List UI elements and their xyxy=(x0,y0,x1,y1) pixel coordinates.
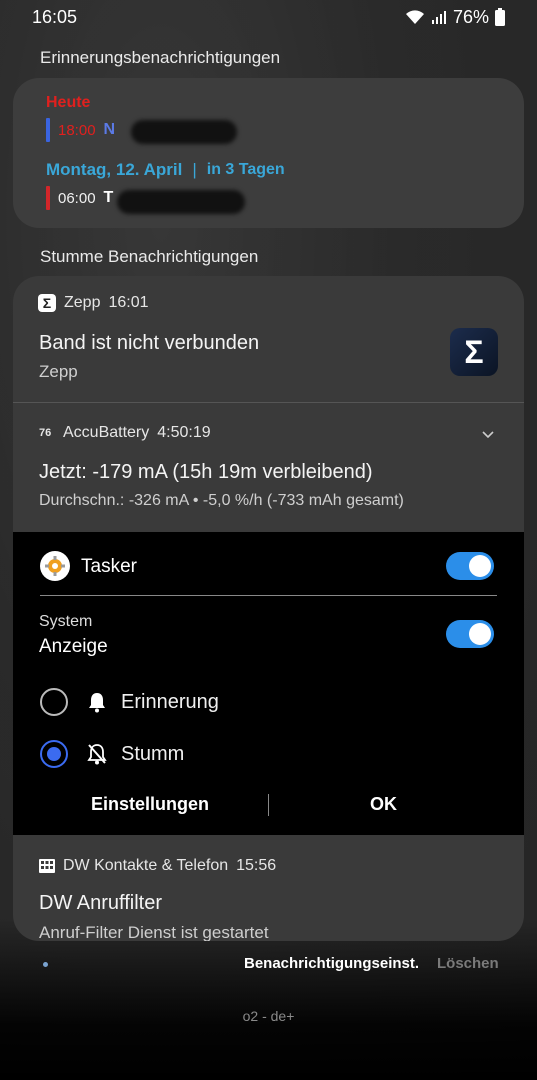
reminder-item-monday[interactable]: 06:00 T xyxy=(46,186,113,210)
option-alert-label[interactable]: Erinnerung xyxy=(121,691,219,714)
channel-group-label: System xyxy=(39,613,93,630)
app-name: DW Kontakte & Telefon xyxy=(63,857,229,874)
notification-accubattery[interactable]: 76 AccuBattery 4:50:19 Jetzt: -179 mA (1… xyxy=(13,404,524,532)
status-icons: 76% xyxy=(405,7,505,28)
channel-name: Anzeige xyxy=(39,636,108,657)
tasker-icon xyxy=(40,551,70,581)
notification-title: Band ist nicht verbunden xyxy=(39,332,260,354)
notification-time: 15:56 xyxy=(236,857,277,874)
notification-time: 4:50:19 xyxy=(157,424,211,441)
page-indicator-dot xyxy=(43,962,48,967)
radio-silent[interactable] xyxy=(40,740,68,768)
notification-title: DW Anruffilter xyxy=(39,892,162,914)
notification-title: Jetzt: -179 mA (15h 19m verbleibend) xyxy=(39,461,373,483)
silent-notifications-stack: Σ Zepp 16:01 Band ist nicht verbunden Ze… xyxy=(13,276,524,941)
signal-icon xyxy=(431,11,446,24)
reminders-section-title: Erinnerungsbenachrichtigungen xyxy=(40,48,281,67)
notification-tasker-settings: Tasker System Anzeige Erinnerung Stumm E… xyxy=(13,532,524,835)
zepp-app-icon: Σ xyxy=(450,328,498,376)
divider xyxy=(40,595,497,596)
button-separator xyxy=(268,794,269,816)
notification-zepp[interactable]: Σ Zepp 16:01 Band ist nicht verbunden Ze… xyxy=(13,276,524,403)
clear-all-button[interactable]: Löschen xyxy=(437,955,499,972)
reminders-widget[interactable]: Heute 18:00 N Montag, 12. April | in 3 T… xyxy=(13,78,524,228)
reminder-title: T xyxy=(103,189,114,206)
battery-percent: 76% xyxy=(452,6,489,27)
silent-section-title: Stumme Benachrichtigungen xyxy=(40,247,259,266)
reminder-item-today[interactable]: 18:00 N xyxy=(46,118,115,142)
bell-icon xyxy=(89,693,105,713)
carrier-label: o2 - de+ xyxy=(242,1008,295,1024)
redacted-text xyxy=(131,120,237,144)
today-label: Heute xyxy=(46,94,91,111)
notification-dw-contacts[interactable]: DW Kontakte & Telefon 15:56 DW Anruffilt… xyxy=(13,835,524,941)
notification-text: Durchschn.: -326 mA • -5,0 %/h (-733 mAh… xyxy=(39,492,404,509)
app-name: AccuBattery xyxy=(63,424,150,441)
notification-time: 16:01 xyxy=(108,294,149,311)
relative-days: in 3 Tagen xyxy=(206,161,285,178)
chevron-down-icon[interactable] xyxy=(481,428,495,442)
channel-toggle[interactable] xyxy=(446,620,494,648)
app-name: Zepp xyxy=(64,294,101,311)
notification-header: Σ Zepp 16:01 xyxy=(38,294,149,312)
clock: 16:05 xyxy=(32,6,78,27)
zepp-small-icon: Σ xyxy=(38,294,56,312)
notification-header: DW Kontakte & Telefon 15:56 xyxy=(39,857,276,875)
date-separator: | xyxy=(192,160,197,179)
bell-off-icon xyxy=(87,744,107,765)
reminder-time: 18:00 xyxy=(58,121,96,139)
redacted-text xyxy=(117,190,245,214)
ok-button[interactable]: OK xyxy=(370,794,397,815)
reminder-time: 06:00 xyxy=(58,189,96,207)
app-name: Tasker xyxy=(81,556,137,577)
app-notifications-toggle[interactable] xyxy=(446,552,494,580)
accubattery-icon: 76 xyxy=(39,427,52,439)
battery-icon xyxy=(495,8,505,26)
radio-alert[interactable] xyxy=(40,688,68,716)
dw-contacts-icon xyxy=(39,859,55,873)
reminder-color-bar xyxy=(46,118,50,142)
notification-text: Anruf-Filter Dienst ist gestartet xyxy=(39,923,269,941)
date-label: Montag, 12. April xyxy=(46,160,183,179)
notification-header: 76 AccuBattery 4:50:19 xyxy=(39,424,211,442)
reminder-color-bar xyxy=(46,186,50,210)
settings-button[interactable]: Einstellungen xyxy=(91,794,209,815)
date-header: Montag, 12. April | in 3 Tagen xyxy=(46,160,285,180)
reminder-title: N xyxy=(103,121,116,138)
option-silent-label[interactable]: Stumm xyxy=(121,743,184,766)
notification-text: Zepp xyxy=(39,362,78,381)
status-bar: 16:05 76% xyxy=(0,0,537,34)
wifi-icon xyxy=(405,10,424,24)
notification-settings-button[interactable]: Benachrichtigungseinst. xyxy=(244,955,419,972)
